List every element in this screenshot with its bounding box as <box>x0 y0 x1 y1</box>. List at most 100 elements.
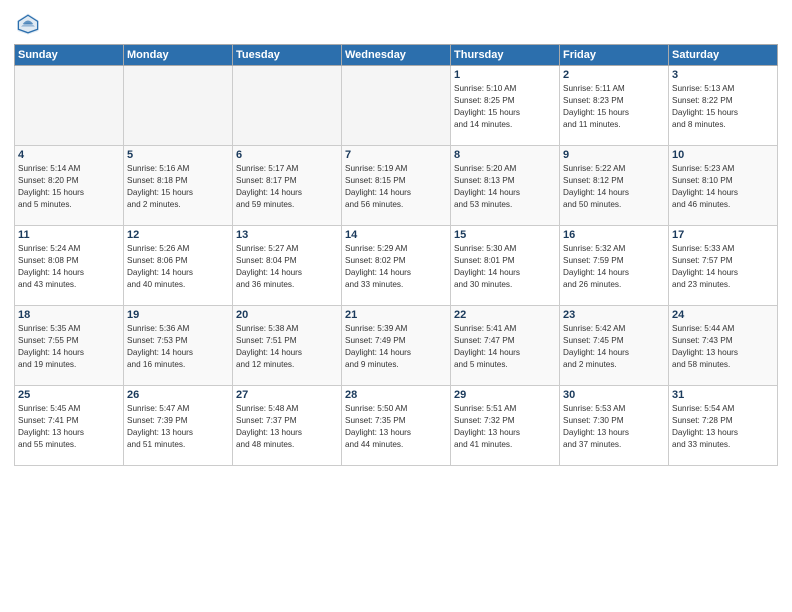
day-cell <box>342 66 451 146</box>
day-number: 28 <box>345 389 447 401</box>
day-info: Sunrise: 5:17 AMSunset: 8:17 PMDaylight:… <box>236 163 338 211</box>
day-info: Sunrise: 5:45 AMSunset: 7:41 PMDaylight:… <box>18 403 120 451</box>
day-cell: 23 Sunrise: 5:42 AMSunset: 7:45 PMDayligh… <box>560 306 669 386</box>
day-cell: 7 Sunrise: 5:19 AMSunset: 8:15 PMDaylight… <box>342 146 451 226</box>
day-cell: 2 Sunrise: 5:11 AMSunset: 8:23 PMDaylight… <box>560 66 669 146</box>
day-info: Sunrise: 5:35 AMSunset: 7:55 PMDaylight:… <box>18 323 120 371</box>
day-info: Sunrise: 5:27 AMSunset: 8:04 PMDaylight:… <box>236 243 338 291</box>
day-number: 15 <box>454 229 556 241</box>
day-info: Sunrise: 5:26 AMSunset: 8:06 PMDaylight:… <box>127 243 229 291</box>
day-info: Sunrise: 5:20 AMSunset: 8:13 PMDaylight:… <box>454 163 556 211</box>
header-row: SundayMondayTuesdayWednesdayThursdayFrid… <box>15 45 778 66</box>
day-cell: 31 Sunrise: 5:54 AMSunset: 7:28 PMDayligh… <box>669 386 778 466</box>
day-info: Sunrise: 5:19 AMSunset: 8:15 PMDaylight:… <box>345 163 447 211</box>
day-cell: 11Sunrise: 5:24 AMSunset: 8:08 PMDayligh… <box>15 226 124 306</box>
day-header-monday: Monday <box>124 45 233 66</box>
week-row-1: 1 Sunrise: 5:10 AMSunset: 8:25 PMDaylight… <box>15 66 778 146</box>
day-cell: 25 Sunrise: 5:45 AMSunset: 7:41 PMDayligh… <box>15 386 124 466</box>
day-info: Sunrise: 5:13 AMSunset: 8:22 PMDaylight:… <box>672 83 774 131</box>
week-row-5: 25 Sunrise: 5:45 AMSunset: 7:41 PMDayligh… <box>15 386 778 466</box>
day-number: 24 <box>672 309 774 321</box>
day-cell: 29Sunrise: 5:51 AMSunset: 7:32 PMDayligh… <box>451 386 560 466</box>
day-number: 22 <box>454 309 556 321</box>
day-info: Sunrise: 5:41 AMSunset: 7:47 PMDaylight:… <box>454 323 556 371</box>
day-info: Sunrise: 5:22 AMSunset: 8:12 PMDaylight:… <box>563 163 665 211</box>
day-info: Sunrise: 5:10 AMSunset: 8:25 PMDaylight:… <box>454 83 556 131</box>
day-cell: 18 Sunrise: 5:35 AMSunset: 7:55 PMDayligh… <box>15 306 124 386</box>
day-cell: 24 Sunrise: 5:44 AMSunset: 7:43 PMDayligh… <box>669 306 778 386</box>
day-number: 6 <box>236 149 338 161</box>
day-info: Sunrise: 5:32 AMSunset: 7:59 PMDaylight:… <box>563 243 665 291</box>
day-number: 2 <box>563 69 665 81</box>
day-cell: 6 Sunrise: 5:17 AMSunset: 8:17 PMDaylight… <box>233 146 342 226</box>
day-cell: 9 Sunrise: 5:22 AMSunset: 8:12 PMDaylight… <box>560 146 669 226</box>
day-info: Sunrise: 5:33 AMSunset: 7:57 PMDaylight:… <box>672 243 774 291</box>
day-cell: 28 Sunrise: 5:50 AMSunset: 7:35 PMDayligh… <box>342 386 451 466</box>
day-info: Sunrise: 5:14 AMSunset: 8:20 PMDaylight:… <box>18 163 120 211</box>
day-cell: 15 Sunrise: 5:30 AMSunset: 8:01 PMDayligh… <box>451 226 560 306</box>
day-cell: 17 Sunrise: 5:33 AMSunset: 7:57 PMDayligh… <box>669 226 778 306</box>
day-number: 21 <box>345 309 447 321</box>
day-number: 18 <box>18 309 120 321</box>
day-number: 1 <box>454 69 556 81</box>
day-info: Sunrise: 5:30 AMSunset: 8:01 PMDaylight:… <box>454 243 556 291</box>
day-cell: 20 Sunrise: 5:38 AMSunset: 7:51 PMDayligh… <box>233 306 342 386</box>
day-cell: 21 Sunrise: 5:39 AMSunset: 7:49 PMDayligh… <box>342 306 451 386</box>
day-info: Sunrise: 5:54 AMSunset: 7:28 PMDaylight:… <box>672 403 774 451</box>
day-number: 12 <box>127 229 229 241</box>
day-number: 25 <box>18 389 120 401</box>
week-row-3: 11Sunrise: 5:24 AMSunset: 8:08 PMDayligh… <box>15 226 778 306</box>
day-number: 30 <box>563 389 665 401</box>
day-cell: 13 Sunrise: 5:27 AMSunset: 8:04 PMDayligh… <box>233 226 342 306</box>
day-cell: 4 Sunrise: 5:14 AMSunset: 8:20 PMDaylight… <box>15 146 124 226</box>
day-header-thursday: Thursday <box>451 45 560 66</box>
calendar-table: SundayMondayTuesdayWednesdayThursdayFrid… <box>14 44 778 466</box>
day-cell <box>233 66 342 146</box>
day-number: 27 <box>236 389 338 401</box>
day-cell: 3 Sunrise: 5:13 AMSunset: 8:22 PMDaylight… <box>669 66 778 146</box>
day-header-wednesday: Wednesday <box>342 45 451 66</box>
day-header-tuesday: Tuesday <box>233 45 342 66</box>
day-info: Sunrise: 5:24 AMSunset: 8:08 PMDaylight:… <box>18 243 120 291</box>
day-cell: 27 Sunrise: 5:48 AMSunset: 7:37 PMDayligh… <box>233 386 342 466</box>
logo <box>14 10 46 38</box>
day-number: 20 <box>236 309 338 321</box>
day-number: 7 <box>345 149 447 161</box>
day-info: Sunrise: 5:44 AMSunset: 7:43 PMDaylight:… <box>672 323 774 371</box>
day-number: 16 <box>563 229 665 241</box>
header <box>14 10 778 38</box>
day-info: Sunrise: 5:50 AMSunset: 7:35 PMDaylight:… <box>345 403 447 451</box>
day-cell: 8 Sunrise: 5:20 AMSunset: 8:13 PMDaylight… <box>451 146 560 226</box>
day-number: 17 <box>672 229 774 241</box>
day-info: Sunrise: 5:38 AMSunset: 7:51 PMDaylight:… <box>236 323 338 371</box>
week-row-2: 4 Sunrise: 5:14 AMSunset: 8:20 PMDaylight… <box>15 146 778 226</box>
day-info: Sunrise: 5:48 AMSunset: 7:37 PMDaylight:… <box>236 403 338 451</box>
day-number: 5 <box>127 149 229 161</box>
day-number: 19 <box>127 309 229 321</box>
day-cell <box>124 66 233 146</box>
day-cell: 22 Sunrise: 5:41 AMSunset: 7:47 PMDayligh… <box>451 306 560 386</box>
day-info: Sunrise: 5:16 AMSunset: 8:18 PMDaylight:… <box>127 163 229 211</box>
day-number: 3 <box>672 69 774 81</box>
day-header-sunday: Sunday <box>15 45 124 66</box>
day-header-friday: Friday <box>560 45 669 66</box>
day-info: Sunrise: 5:47 AMSunset: 7:39 PMDaylight:… <box>127 403 229 451</box>
day-number: 26 <box>127 389 229 401</box>
day-info: Sunrise: 5:42 AMSunset: 7:45 PMDaylight:… <box>563 323 665 371</box>
day-number: 9 <box>563 149 665 161</box>
day-number: 31 <box>672 389 774 401</box>
day-number: 8 <box>454 149 556 161</box>
day-header-saturday: Saturday <box>669 45 778 66</box>
day-cell: 14Sunrise: 5:29 AMSunset: 8:02 PMDayligh… <box>342 226 451 306</box>
day-cell: 16 Sunrise: 5:32 AMSunset: 7:59 PMDayligh… <box>560 226 669 306</box>
day-number: 23 <box>563 309 665 321</box>
day-cell: 1 Sunrise: 5:10 AMSunset: 8:25 PMDaylight… <box>451 66 560 146</box>
day-info: Sunrise: 5:36 AMSunset: 7:53 PMDaylight:… <box>127 323 229 371</box>
day-number: 13 <box>236 229 338 241</box>
day-number: 4 <box>18 149 120 161</box>
day-info: Sunrise: 5:11 AMSunset: 8:23 PMDaylight:… <box>563 83 665 131</box>
day-info: Sunrise: 5:39 AMSunset: 7:49 PMDaylight:… <box>345 323 447 371</box>
page-container: SundayMondayTuesdayWednesdayThursdayFrid… <box>0 0 792 474</box>
day-number: 29 <box>454 389 556 401</box>
day-cell <box>15 66 124 146</box>
